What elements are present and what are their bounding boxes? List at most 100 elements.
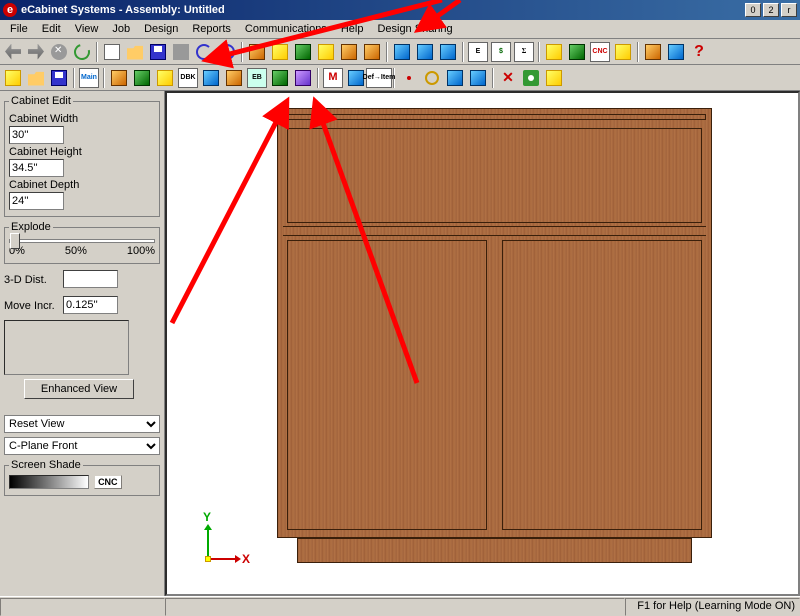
grid-button[interactable]: [467, 67, 489, 89]
sigma-button[interactable]: Σ: [513, 41, 535, 63]
menu-design[interactable]: Design: [138, 21, 184, 37]
menu-file[interactable]: File: [4, 21, 34, 37]
new-button[interactable]: [101, 41, 123, 63]
save-button[interactable]: [147, 41, 169, 63]
redo-icon: [219, 44, 235, 60]
explode-50: 50%: [65, 245, 87, 257]
cab-2-button[interactable]: [131, 67, 153, 89]
tool-8-button[interactable]: [566, 41, 588, 63]
window-3-button[interactable]: [437, 41, 459, 63]
move-input[interactable]: [63, 296, 118, 314]
graph-icon: [447, 70, 463, 86]
defitem-button[interactable]: Def→Item: [368, 67, 390, 89]
print-button[interactable]: [170, 41, 192, 63]
tool-5-button[interactable]: [338, 41, 360, 63]
delete-button[interactable]: ✕: [497, 67, 519, 89]
menu-reports[interactable]: Reports: [186, 21, 237, 37]
undo-button[interactable]: [193, 41, 215, 63]
window-1-button[interactable]: [391, 41, 413, 63]
cabinet-width-input[interactable]: [9, 126, 64, 144]
cab-3-button[interactable]: [154, 67, 176, 89]
menu-help[interactable]: Help: [335, 21, 370, 37]
print-icon: [173, 44, 189, 60]
nav-forward-button[interactable]: [25, 41, 47, 63]
cplane-select[interactable]: C-Plane Front: [4, 437, 160, 455]
cnc-button[interactable]: CNC: [589, 41, 611, 63]
dbx-icon: DBK: [178, 68, 198, 88]
e-letter-icon: E: [468, 42, 488, 62]
tool-6-button[interactable]: [361, 41, 383, 63]
camera-icon: [523, 70, 539, 86]
cab-1-button[interactable]: [108, 67, 130, 89]
select-button[interactable]: [2, 67, 24, 89]
nav-back-button[interactable]: [2, 41, 24, 63]
e-button[interactable]: E: [467, 41, 489, 63]
window3-icon: [440, 44, 456, 60]
menu-view[interactable]: View: [69, 21, 105, 37]
toolbar-main: E $ Σ CNC ?: [0, 39, 800, 65]
viewport-3d[interactable]: X Y: [165, 91, 800, 596]
cabinet-edit-group: Cabinet Edit Cabinet Width Cabinet Heigh…: [4, 95, 160, 217]
tool-4-button[interactable]: [315, 41, 337, 63]
dollar-icon: $: [491, 42, 511, 62]
open2-button[interactable]: [25, 67, 47, 89]
reset-view-select[interactable]: Reset View: [4, 415, 160, 433]
cab-5-button[interactable]: [223, 67, 245, 89]
tool-3-button[interactable]: [292, 41, 314, 63]
m-button[interactable]: M: [322, 67, 344, 89]
camera-button[interactable]: [520, 67, 542, 89]
graph-button[interactable]: [444, 67, 466, 89]
defitem-icon: Def→Item: [366, 68, 392, 88]
dollar-button[interactable]: $: [490, 41, 512, 63]
save-icon: [150, 44, 166, 60]
close-button[interactable]: r: [781, 3, 797, 17]
window-2-button[interactable]: [414, 41, 436, 63]
circle-button[interactable]: [421, 67, 443, 89]
status-pane-left: [0, 598, 165, 616]
new-icon: [104, 44, 120, 60]
shade-slider[interactable]: [9, 475, 89, 489]
main-button[interactable]: Main: [78, 67, 100, 89]
tool-9-button[interactable]: [612, 41, 634, 63]
tool-10-button[interactable]: [642, 41, 664, 63]
window-title: eCabinet Systems - Assembly: Untitled: [21, 4, 743, 16]
help-button[interactable]: ?: [688, 41, 710, 63]
tool-2-button[interactable]: [269, 41, 291, 63]
cab-7-button[interactable]: [292, 67, 314, 89]
save2-button[interactable]: [48, 67, 70, 89]
cnc-small-button[interactable]: CNC: [94, 475, 122, 489]
cab5-icon: [226, 70, 242, 86]
nav-stop-button[interactable]: [48, 41, 70, 63]
redo-button[interactable]: [216, 41, 238, 63]
screen-shade-legend: Screen Shade: [9, 459, 83, 471]
tool-11-button[interactable]: [665, 41, 687, 63]
cab6-icon: [272, 70, 288, 86]
minimize-button[interactable]: 0: [745, 3, 761, 17]
misc-icon: [645, 44, 661, 60]
dbx-button[interactable]: DBK: [177, 67, 199, 89]
cab-4-button[interactable]: [200, 67, 222, 89]
menu-edit[interactable]: Edit: [36, 21, 67, 37]
layout-icon: [569, 44, 585, 60]
main-area: Cabinet Edit Cabinet Width Cabinet Heigh…: [0, 91, 800, 596]
tool-last-button[interactable]: [543, 67, 565, 89]
grid-icon: [470, 70, 486, 86]
point-button[interactable]: [398, 67, 420, 89]
enhanced-view-button[interactable]: Enhanced View: [24, 379, 134, 399]
explode-slider[interactable]: [9, 239, 155, 243]
open-button[interactable]: [124, 41, 146, 63]
maximize-button[interactable]: 2: [763, 3, 779, 17]
tool-1-button[interactable]: [246, 41, 268, 63]
eb-button[interactable]: EB: [246, 67, 268, 89]
tool-7-button[interactable]: [543, 41, 565, 63]
dist-input[interactable]: [63, 270, 118, 288]
cabinet-depth-input[interactable]: [9, 192, 64, 210]
menu-design-sharing[interactable]: Design Sharing: [371, 21, 458, 37]
cab2-icon: [134, 70, 150, 86]
cab-6-button[interactable]: [269, 67, 291, 89]
cabinet-height-input[interactable]: [9, 159, 64, 177]
menu-job[interactable]: Job: [106, 21, 136, 37]
nav-refresh-button[interactable]: [71, 41, 93, 63]
menu-communications[interactable]: Communications: [239, 21, 333, 37]
preview-box: [4, 320, 129, 375]
